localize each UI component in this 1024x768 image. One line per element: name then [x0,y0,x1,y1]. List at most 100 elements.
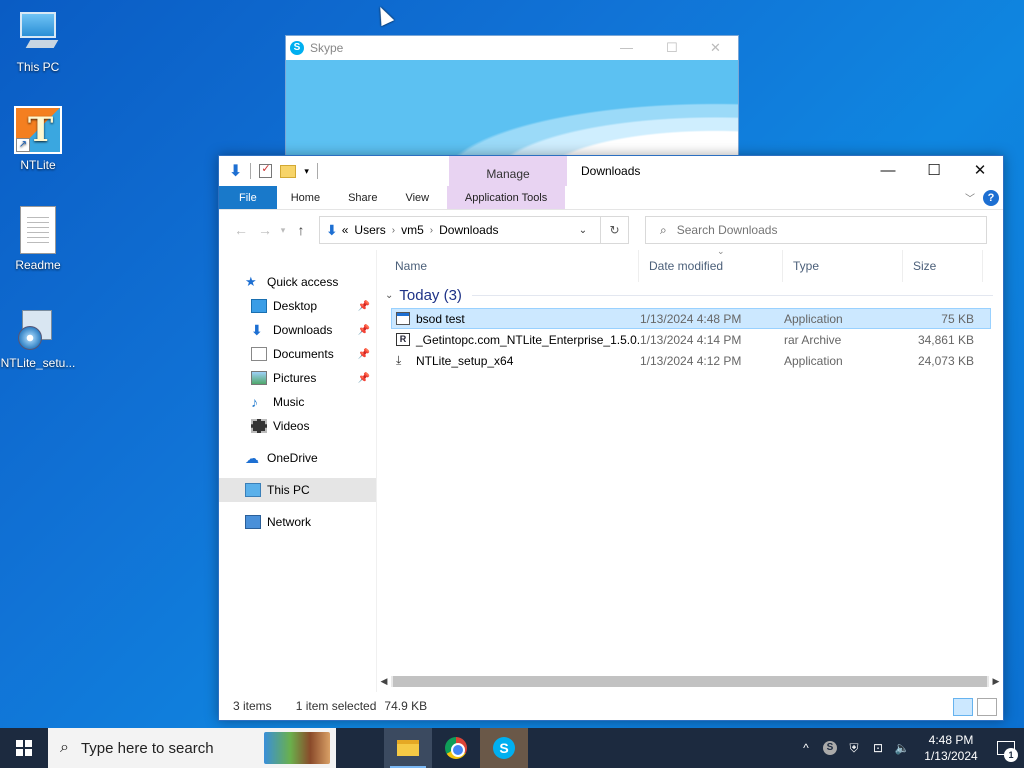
help-icon[interactable]: ? [983,190,999,206]
desktop-icon-ntlite-setup[interactable]: NTLite_setu... [0,304,76,370]
skype-minimize-button[interactable]: — [620,40,633,55]
file-row[interactable]: ⤓ NTLite_setup_x64 1/13/2024 4:12 PM App… [391,350,991,371]
volume-muted-icon[interactable]: 🔈 [890,741,914,755]
taskbar-search-placeholder: Type here to search [80,739,214,757]
column-date-modified[interactable]: Date modified [639,250,783,282]
taskbar-search-box[interactable]: ⌕ Type here to search [48,728,336,768]
nav-label: Documents [273,347,334,361]
column-name[interactable]: Name [377,250,639,282]
breadcrumb-separator-icon[interactable]: › [392,225,395,236]
minimize-button[interactable]: — [865,156,911,186]
clock[interactable]: 4:48 PM 1/13/2024 [914,732,988,764]
file-name: _Getintopc.com_NTLite_Enterprise_1.5.0..… [416,332,640,347]
scroll-thumb[interactable] [393,675,987,687]
desktop-icon-this-pc[interactable]: This PC [0,8,76,74]
nav-this-pc[interactable]: This PC [219,478,376,502]
close-button[interactable]: ✕ [957,156,1003,186]
breadcrumb-overflow[interactable]: « [342,223,349,237]
up-arrow-icon[interactable]: ↑ [289,222,313,238]
nav-label: Quick access [267,275,339,289]
window-title: Downloads [581,164,641,178]
taskbar-chrome[interactable] [432,728,480,768]
skype-tray-icon[interactable]: S [823,741,837,755]
expand-ribbon-chevron-icon[interactable]: ﹀ [965,190,975,205]
nav-desktop[interactable]: Desktop 📌 [219,294,376,318]
address-bar[interactable]: ⬇ « Users › vm5 › Downloads ⌄ [319,216,601,244]
nav-label: Downloads [273,323,333,337]
search-box[interactable]: ⌕ [645,216,987,244]
scroll-left-arrow-icon[interactable]: ◀ [377,676,391,687]
refresh-button[interactable]: ↻ [601,216,629,244]
desktop-icon-label: This PC [16,60,60,74]
tab-file[interactable]: File [219,186,277,209]
search-highlight-image[interactable] [264,732,330,764]
tab-home[interactable]: Home [277,186,334,209]
nav-onedrive[interactable]: ☁ OneDrive [219,446,376,470]
tab-view[interactable]: View [391,186,443,209]
nav-videos[interactable]: Videos [219,414,376,438]
pin-icon: 📌 [357,348,370,360]
skype-window[interactable]: S Skype — ☐ ✕ [285,35,739,160]
nav-pictures[interactable]: Pictures 📌 [219,366,376,390]
file-row[interactable]: R _Getintopc.com_NTLite_Enterprise_1.5.0… [391,329,991,350]
taskbar-skype[interactable]: S [480,728,528,768]
search-input[interactable] [676,223,937,237]
desktop-folder-icon [251,299,267,313]
column-type[interactable]: Type [783,250,903,282]
address-history-chevron-icon[interactable]: ⌄ [572,225,594,236]
titlebar[interactable]: ⬇ ▾ Manage Downloads — ☐ ✕ [219,156,1003,186]
task-view-spacer [336,728,384,768]
ribbon-tabs: File Home Share View Application Tools ﹀… [219,186,1003,210]
scroll-right-arrow-icon[interactable]: ▶ [989,676,1003,687]
notification-count-badge: 1 [1004,748,1018,762]
horizontal-scrollbar[interactable]: ◀ ▶ [377,674,1003,688]
forward-arrow-icon[interactable]: → [253,222,277,238]
file-row[interactable]: bsod test 1/13/2024 4:48 PM Application … [391,308,991,329]
maximize-button[interactable]: ☐ [911,156,957,186]
breadcrumb-vm5[interactable]: vm5 [401,223,424,237]
skype-maximize-button[interactable]: ☐ [666,40,678,56]
nav-music[interactable]: ♪ Music [219,390,376,414]
column-size[interactable]: Size [903,250,983,282]
nav-downloads[interactable]: ⬇ Downloads 📌 [219,318,376,342]
details-view-button[interactable] [953,698,973,716]
desktop-icon-readme[interactable]: Readme [0,206,76,272]
file-explorer-window[interactable]: ⬇ ▾ Manage Downloads — ☐ ✕ File Home Sha… [218,155,1004,721]
customize-toolbar-chevron-icon[interactable]: ▾ [304,166,309,177]
pin-icon: 📌 [357,324,370,336]
group-header-today[interactable]: ⌄ Today (3) [377,282,1003,308]
nav-quick-access[interactable]: ★ Quick access [219,270,376,294]
nav-documents[interactable]: Documents 📌 [219,342,376,366]
new-folder-icon[interactable] [280,164,297,178]
large-icons-view-button[interactable] [977,698,997,716]
taskbar-file-explorer[interactable] [384,728,432,768]
breadcrumb-separator-icon[interactable]: › [430,225,433,236]
properties-icon[interactable] [259,162,273,178]
status-bar: 3 items 1 item selected 74.9 KB [219,692,1003,720]
nav-network[interactable]: Network [219,510,376,534]
system-tray: ^ S ⛨ ⊡ 🔈 4:48 PM 1/13/2024 1 [794,728,1024,768]
show-hidden-icons-chevron-icon[interactable]: ^ [794,741,818,755]
back-arrow-icon[interactable]: ← [229,222,253,238]
recent-locations-chevron-icon[interactable]: ▾ [277,225,289,236]
shortcut-arrow-icon: ↗ [16,138,30,152]
file-date: 1/13/2024 4:12 PM [640,353,742,368]
group-divider [471,294,993,296]
action-center-button[interactable]: 1 [988,728,1024,768]
breadcrumb-users[interactable]: Users [354,223,385,237]
collapse-chevron-icon[interactable]: ⌄ [385,290,393,301]
start-button[interactable] [0,728,48,768]
tab-application-tools[interactable]: Application Tools [447,186,566,209]
skype-close-button[interactable]: ✕ [710,40,721,56]
tab-share[interactable]: Share [334,186,391,209]
security-tray-icon[interactable]: ⛨ [842,741,866,756]
file-size: 24,073 KB [917,353,974,368]
breadcrumb-downloads[interactable]: Downloads [439,223,498,237]
network-tray-icon[interactable]: ⊡ [866,741,890,755]
star-icon: ★ [245,274,257,289]
desktop-icon-ntlite[interactable]: ↗ NTLite [0,106,76,172]
nav-label: This PC [267,483,310,497]
application-icon [396,312,410,325]
scroll-track[interactable] [391,675,989,687]
navigation-bar: ← → ▾ ↑ ⬇ « Users › vm5 › Downloads ⌄ ↻ … [219,210,1003,250]
